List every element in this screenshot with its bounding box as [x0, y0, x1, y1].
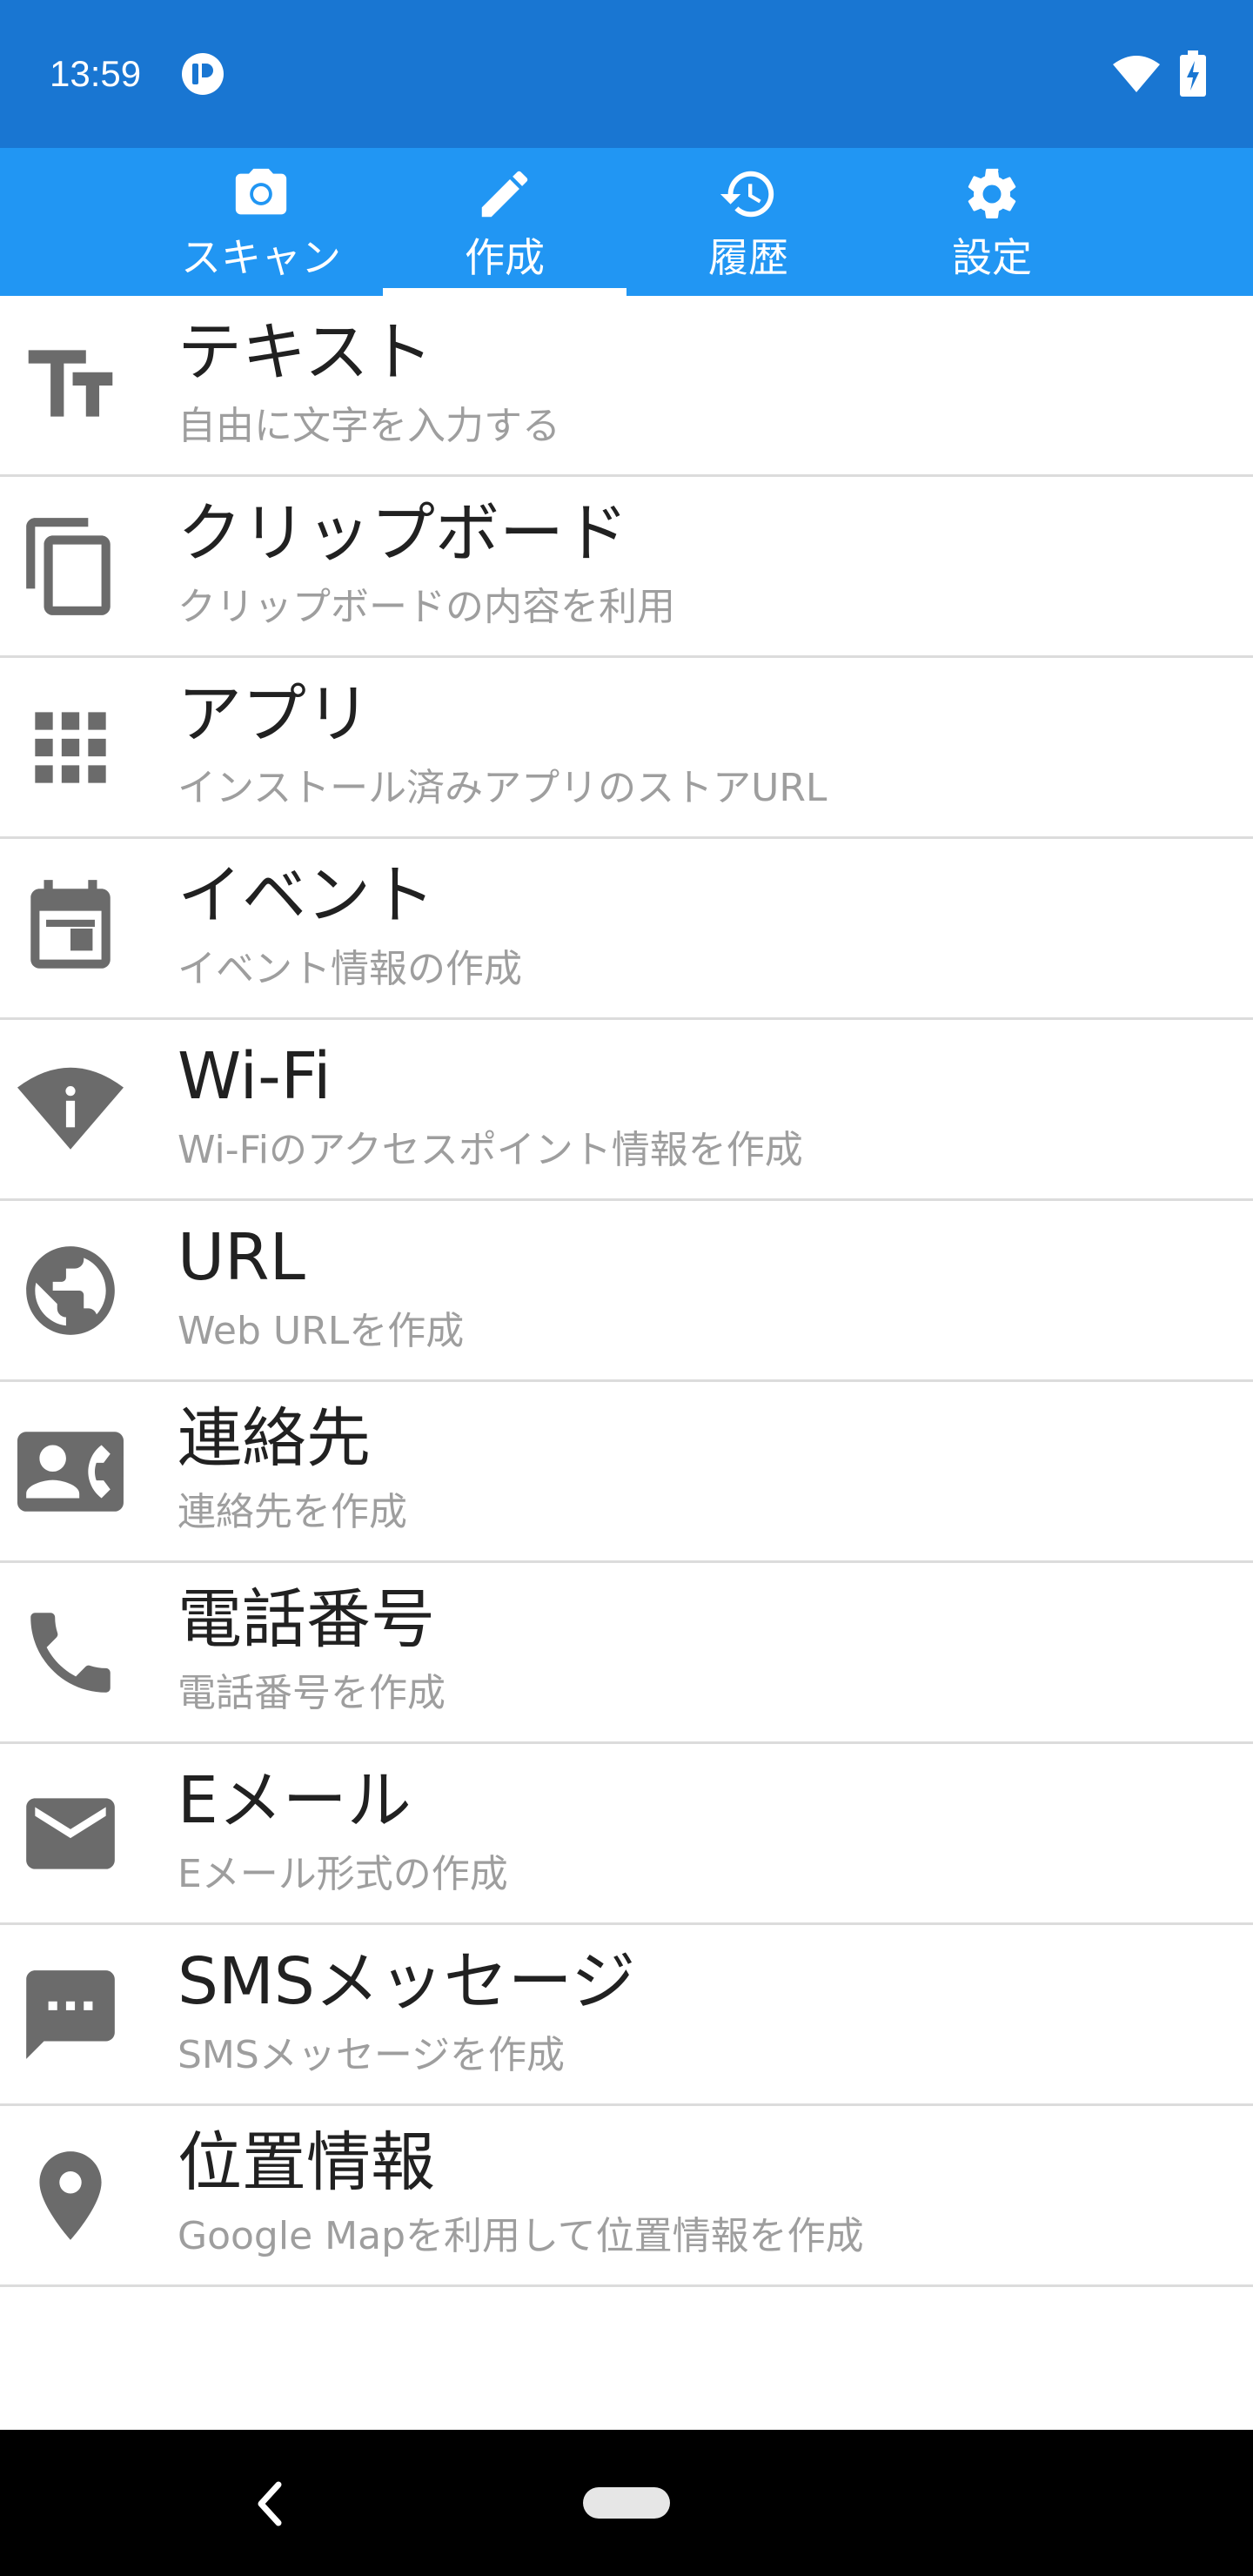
- tab-bar: スキャン 作成 履歴 設定: [0, 148, 1253, 296]
- list-item-text[interactable]: テキスト 自由に文字を入力する: [0, 296, 1253, 477]
- item-title: 電話番号: [178, 1582, 435, 1657]
- apps-grid-icon: [35, 712, 106, 783]
- gear-icon: [968, 168, 1016, 218]
- item-subtitle: SMSメッセージを作成: [178, 2033, 565, 2077]
- item-subtitle: 連絡先を作成: [178, 1490, 407, 1534]
- history-icon: [720, 171, 774, 218]
- pencil-icon: [481, 171, 528, 218]
- item-title: Eメール: [178, 1763, 412, 1838]
- item-title: イベント: [178, 858, 435, 933]
- item-subtitle: クリップボードの内容を利用: [178, 585, 675, 629]
- list-item-clipboard[interactable]: クリップボード クリップボードの内容を利用: [0, 477, 1253, 658]
- item-subtitle: Eメール形式の作成: [178, 1852, 508, 1896]
- item-subtitle: インストール済みアプリのストアURL: [178, 766, 828, 810]
- wifi-info-icon: [17, 1067, 124, 1150]
- system-navigation-bar: [0, 2430, 1253, 2576]
- list-item-wifi[interactable]: Wi-Fi Wi-Fiのアクセスポイント情報を作成: [0, 1020, 1253, 1201]
- status-time: 13:59: [50, 53, 142, 94]
- text-fields-icon: [28, 350, 113, 417]
- list-item-event[interactable]: イベント イベント情報の作成: [0, 839, 1253, 1020]
- create-type-list: テキスト 自由に文字を入力する クリップボード クリップボードの内容を利用 アプ…: [0, 296, 1253, 2287]
- tab-history[interactable]: 履歴: [626, 148, 870, 296]
- item-subtitle: イベント情報の作成: [178, 947, 522, 991]
- phone-icon: [30, 1613, 111, 1693]
- event-icon: [30, 880, 111, 969]
- tab-label: 設定: [952, 234, 1032, 281]
- status-bar: 13:59: [0, 0, 1253, 148]
- battery-charging-icon: [1180, 50, 1206, 97]
- tab-label: スキャン: [181, 234, 341, 281]
- item-title: SMSメッセージ: [178, 1944, 636, 2019]
- item-subtitle: Web URLを作成: [178, 1309, 465, 1353]
- tab-create[interactable]: 作成: [383, 148, 626, 296]
- item-subtitle: 電話番号を作成: [178, 1671, 446, 1715]
- location-pin-icon: [39, 2151, 102, 2240]
- contact-phone-icon: [17, 1432, 124, 1512]
- list-item-email[interactable]: Eメール Eメール形式の作成: [0, 1744, 1253, 1925]
- list-item-sms[interactable]: SMSメッセージ SMSメッセージを作成: [0, 1925, 1253, 2106]
- list-item-contact[interactable]: 連絡先 連絡先を作成: [0, 1382, 1253, 1563]
- item-title: アプリ: [178, 677, 371, 752]
- app-notification-icon: [182, 53, 224, 95]
- item-title: 連絡先: [178, 1401, 371, 1476]
- tab-label: 作成: [465, 234, 545, 281]
- item-title: テキスト: [178, 315, 433, 390]
- camera-icon: [235, 168, 287, 215]
- wifi-icon: [1113, 56, 1160, 92]
- copy-icon: [26, 518, 111, 615]
- list-item-location[interactable]: 位置情報 Google Mapを利用して位置情報を作成: [0, 2106, 1253, 2287]
- tab-settings[interactable]: 設定: [870, 148, 1114, 296]
- list-item-phone[interactable]: 電話番号 電話番号を作成: [0, 1563, 1253, 1744]
- home-pill-button[interactable]: [583, 2487, 670, 2519]
- item-title: URL: [178, 1220, 305, 1295]
- item-subtitle: Wi-Fiのアクセスポイント情報を作成: [178, 1128, 803, 1172]
- list-item-url[interactable]: URL Web URLを作成: [0, 1201, 1253, 1382]
- item-subtitle: 自由に文字を入力する: [178, 404, 560, 448]
- mail-icon: [26, 1798, 115, 1869]
- item-title: クリップボード: [178, 496, 628, 571]
- back-icon[interactable]: [252, 2478, 287, 2530]
- globe-icon: [26, 1246, 115, 1335]
- tab-scan[interactable]: スキャン: [139, 148, 383, 296]
- list-item-app[interactable]: アプリ インストール済みアプリのストアURL: [0, 658, 1253, 839]
- sms-icon: [26, 1970, 115, 2059]
- item-subtitle: Google Mapを利用して位置情報を作成: [178, 2214, 864, 2258]
- tab-label: 履歴: [708, 234, 788, 281]
- item-title: 位置情報: [178, 2125, 435, 2200]
- item-title: Wi-Fi: [178, 1039, 332, 1114]
- active-tab-indicator: [383, 288, 626, 296]
